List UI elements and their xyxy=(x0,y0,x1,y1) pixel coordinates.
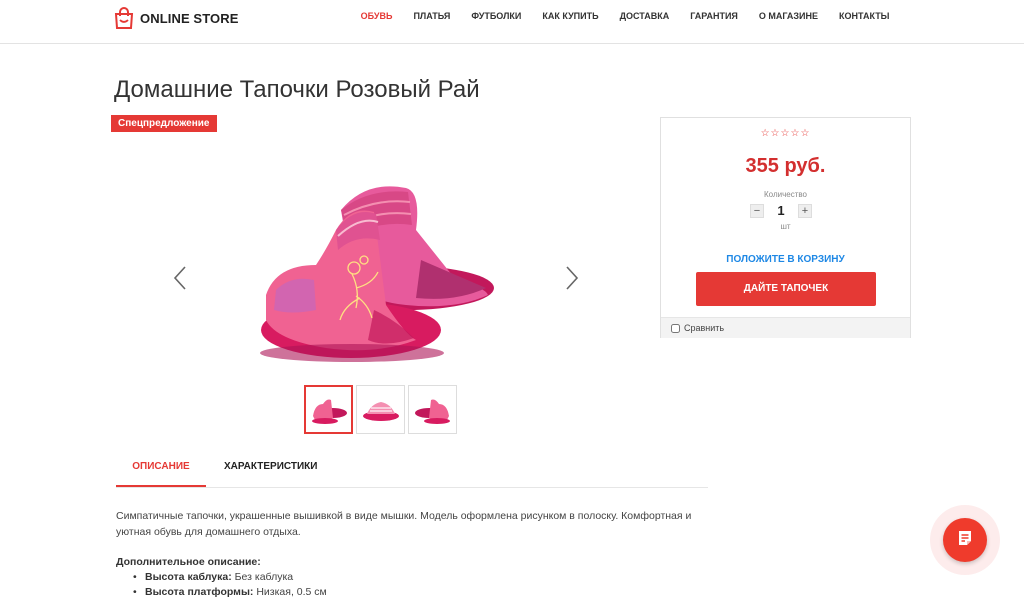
compare-checkbox[interactable] xyxy=(671,323,680,333)
compare-row[interactable]: Сравнить xyxy=(661,317,910,338)
star-icon: ☆ xyxy=(790,128,801,139)
nav-item-tshirts[interactable]: ФУТБОЛКИ xyxy=(461,11,532,21)
quantity-label: Количество xyxy=(764,190,807,199)
nav-item-delivery[interactable]: ДОСТАВКА xyxy=(609,11,680,21)
chat-button[interactable] xyxy=(943,518,987,562)
gallery-next-button[interactable] xyxy=(562,264,582,292)
extra-description-list: Высота каблука: Без каблука Высота платф… xyxy=(133,570,327,598)
nav-item-warranty[interactable]: ГАРАНТИЯ xyxy=(680,11,749,21)
star-icon: ☆ xyxy=(770,128,781,139)
gallery-prev-button[interactable] xyxy=(170,264,190,292)
quantity-unit: шт xyxy=(780,222,791,231)
nav-item-about[interactable]: О МАГАЗИНЕ xyxy=(748,11,828,21)
site-header: ONLINE STORE ОБУВЬ ПЛАТЬЯ ФУТБОЛКИ КАК К… xyxy=(0,0,1024,44)
spec-value: Без каблука xyxy=(234,571,294,583)
spec-label: Высота платформы: xyxy=(145,586,254,598)
star-icon: ☆ xyxy=(760,128,771,139)
spec-value: Низкая, 0.5 см xyxy=(256,586,327,598)
rating-stars[interactable]: ☆☆☆☆☆ xyxy=(661,128,910,139)
chat-note-icon xyxy=(956,529,974,552)
star-icon: ☆ xyxy=(780,128,791,139)
main-nav: ОБУВЬ ПЛАТЬЯ ФУТБОЛКИ КАК КУПИТЬ ДОСТАВК… xyxy=(350,11,900,21)
thumbnail-1[interactable] xyxy=(304,385,353,434)
store-logo[interactable]: ONLINE STORE xyxy=(114,7,238,29)
product-description: Симпатичные тапочки, украшенные вышивкой… xyxy=(116,510,692,538)
spec-label: Высота каблука: xyxy=(145,571,232,583)
chevron-right-icon xyxy=(562,266,582,296)
extra-description-title: Дополнительное описание: xyxy=(116,556,261,568)
shopping-bag-icon xyxy=(114,7,134,29)
chevron-left-icon xyxy=(170,266,190,296)
product-price: 355 руб. xyxy=(745,155,826,177)
list-item: Высота платформы: Низкая, 0.5 см xyxy=(133,585,327,598)
product-tabs: ОПИСАНИЕ ХАРАКТЕРИСТИКИ xyxy=(116,451,708,488)
purchase-box: ☆☆☆☆☆ 355 руб. Количество − 1 + шт ПОЛОЖ… xyxy=(660,117,911,338)
star-icon: ☆ xyxy=(800,128,811,139)
logo-text: ONLINE STORE xyxy=(140,10,239,26)
chat-widget xyxy=(930,505,1000,575)
list-item: Высота каблука: Без каблука xyxy=(133,570,327,585)
nav-item-shoes[interactable]: ОБУВЬ xyxy=(350,11,403,21)
thumbnail-2[interactable] xyxy=(356,385,405,434)
special-offer-badge: Спецпредложение xyxy=(111,115,217,132)
quantity-stepper: − 1 + xyxy=(750,203,812,218)
tab-description[interactable]: ОПИСАНИЕ xyxy=(116,461,206,487)
nav-item-dresses[interactable]: ПЛАТЬЯ xyxy=(403,11,461,21)
quantity-increase-button[interactable]: + xyxy=(798,203,812,218)
buy-button[interactable]: ДАЙТЕ ТАПОЧЕК xyxy=(696,272,876,306)
compare-label: Сравнить xyxy=(684,323,725,333)
quantity-value[interactable]: 1 xyxy=(770,203,792,218)
product-title: Домашние Тапочки Розовый Рай xyxy=(114,76,480,103)
thumbnail-3[interactable] xyxy=(408,385,457,434)
nav-item-how-to-buy[interactable]: КАК КУПИТЬ xyxy=(532,11,609,21)
tab-specifications[interactable]: ХАРАКТЕРИСТИКИ xyxy=(224,461,317,472)
product-main-image[interactable] xyxy=(256,170,502,375)
nav-item-contacts[interactable]: КОНТАКТЫ xyxy=(829,11,900,21)
quantity-decrease-button[interactable]: − xyxy=(750,203,764,218)
add-to-cart-link[interactable]: ПОЛОЖИТЕ В КОРЗИНУ xyxy=(661,254,910,265)
thumbnail-strip xyxy=(304,385,457,434)
